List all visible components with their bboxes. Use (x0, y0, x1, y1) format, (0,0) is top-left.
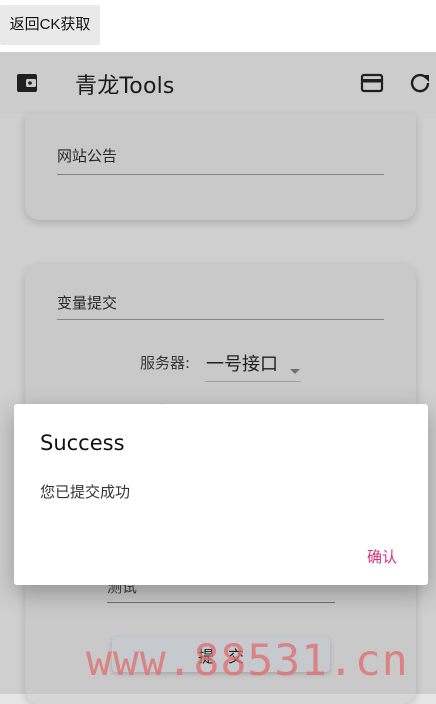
back-to-ck-button[interactable]: 返回CK获取 (0, 5, 100, 45)
top-bar: 返回CK获取 (0, 0, 436, 53)
watermark-text: www.88531.cn (86, 636, 409, 686)
confirm-button[interactable]: 确认 (357, 541, 407, 571)
dialog-message: 您已提交成功 (40, 483, 131, 501)
dialog-title: Success (40, 431, 125, 455)
success-dialog: Success 您已提交成功 确认 (14, 404, 428, 585)
modal-scrim[interactable] (0, 52, 436, 694)
